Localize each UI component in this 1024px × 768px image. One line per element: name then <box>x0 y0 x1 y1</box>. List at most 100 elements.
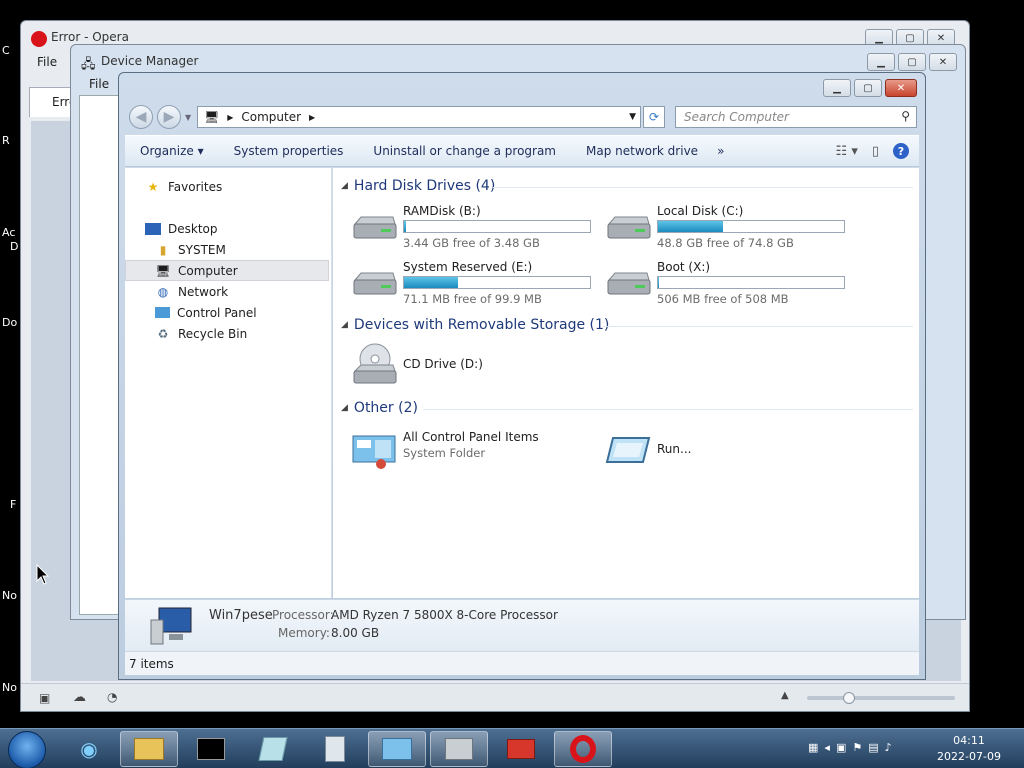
zoom-slider[interactable] <box>807 692 955 704</box>
breadcrumb-chevron-icon[interactable]: ▶ <box>227 113 233 122</box>
desktop-icon-label[interactable]: C <box>2 44 10 57</box>
drive-item[interactable]: Boot (X:) 506 MB free of 508 MB <box>605 260 855 308</box>
memory-value: 8.00 GB <box>331 626 380 640</box>
nav-item-network[interactable]: ◍ Network <box>125 281 331 302</box>
organize-button[interactable]: Organize ▾ <box>125 144 219 158</box>
address-bar[interactable]: 🖥 ▶ Computer ▶ ▼ <box>197 106 641 128</box>
drive-free-space: 3.44 GB free of 3.48 GB <box>403 236 540 250</box>
group-header-hdd[interactable]: ◢ Hard Disk Drives (4) <box>341 178 495 194</box>
refresh-button[interactable]: ⟳ <box>643 106 665 128</box>
taskbar-toolbox-icon[interactable] <box>492 731 550 767</box>
window-title: Error - Opera <box>51 30 129 44</box>
memory-label: Memory: <box>278 626 330 640</box>
desktop-icon-label[interactable]: R <box>2 134 10 147</box>
group-header-removable[interactable]: ◢ Devices with Removable Storage (1) <box>341 317 609 333</box>
address-dropdown-icon[interactable]: ▼ <box>629 112 636 122</box>
search-icon[interactable]: ⚲ <box>901 109 910 123</box>
collapse-arrow-icon[interactable]: ◢ <box>341 320 348 330</box>
explorer-window[interactable]: ▁ ▢ ✕ ◀ ▶ ▼ 🖥 ▶ Computer ▶ ▼ ⟳ Search Co… <box>118 72 926 680</box>
taskbar-control-panel-icon[interactable] <box>368 731 426 767</box>
preview-pane-icon[interactable]: ▯ <box>872 144 879 159</box>
details-pane: Win7pese Processor: AMD Ryzen 7 5800X 8-… <box>125 599 919 651</box>
breadcrumb-computer[interactable]: Computer <box>241 110 301 124</box>
menu-file[interactable]: File <box>89 77 109 91</box>
more-commands-button[interactable]: » <box>713 144 728 158</box>
control-panel-icon <box>352 435 396 469</box>
close-button[interactable]: ✕ <box>885 79 917 97</box>
drive-item[interactable]: RAMDisk (B:) 3.44 GB free of 3.48 GB <box>351 204 601 252</box>
volume-icon[interactable]: ♪ <box>885 741 892 754</box>
clock[interactable]: 04:11 2022-07-09 <box>934 733 1004 765</box>
taskbar-opera-icon[interactable] <box>554 731 612 767</box>
collapse-arrow-icon[interactable]: ◢ <box>341 403 348 413</box>
taskbar-device-manager-icon[interactable] <box>430 731 488 767</box>
taskbar-ie-icon[interactable]: ◉ <box>60 731 118 767</box>
drive-free-space: 48.8 GB free of 74.8 GB <box>657 236 794 250</box>
computer-icon: 🖥 <box>155 263 171 278</box>
navigation-pane: ★ Favorites Desktop ▮ SYSTEM 🖥 Computer … <box>125 168 332 598</box>
start-button[interactable] <box>8 731 46 768</box>
zoom-up-icon[interactable]: ▲ <box>781 690 789 701</box>
map-network-drive-button[interactable]: Map network drive <box>571 144 713 158</box>
nav-item-desktop[interactable]: Desktop <box>125 218 331 239</box>
desktop-icon-label[interactable]: No <box>2 681 17 694</box>
speed-icon[interactable]: ◔ <box>107 690 117 704</box>
drive-item[interactable]: Local Disk (C:) 48.8 GB free of 74.8 GB <box>605 204 855 252</box>
desktop-icon-label[interactable]: D <box>10 240 18 253</box>
uninstall-program-button[interactable]: Uninstall or change a program <box>358 144 571 158</box>
action-center-icon[interactable]: ⚑ <box>852 741 862 754</box>
maximize-button[interactable]: ▢ <box>898 53 926 71</box>
drive-item[interactable]: System Reserved (E:) 71.1 MB free of 99.… <box>351 260 601 308</box>
recent-pages-icon[interactable]: ▼ <box>185 113 191 122</box>
nav-item-computer[interactable]: 🖥 Computer <box>125 260 329 281</box>
taskbar-cmd-icon[interactable] <box>182 731 240 767</box>
nav-item-control-panel[interactable]: Control Panel <box>125 302 331 323</box>
all-control-panel-item[interactable]: All Control Panel Items System Folder <box>351 430 601 478</box>
menu-file[interactable]: File <box>37 55 57 69</box>
minimize-button[interactable]: ▁ <box>823 79 851 97</box>
collapse-arrow-icon[interactable]: ◢ <box>341 181 348 191</box>
control-panel-icon <box>155 307 170 318</box>
network-tray-icon[interactable]: ◂ <box>824 741 830 754</box>
hard-drive-icon <box>353 216 397 239</box>
close-button[interactable]: ✕ <box>929 53 957 71</box>
cloud-icon[interactable]: ☁ <box>73 690 86 705</box>
forward-button[interactable]: ▶ <box>157 105 181 129</box>
drive-free-space: 71.1 MB free of 99.9 MB <box>403 292 542 306</box>
zoom-slider-knob[interactable] <box>843 692 855 704</box>
cd-drive-item[interactable]: CD Drive (D:) <box>351 343 601 391</box>
panel-toggle-icon[interactable]: ▣ <box>39 691 50 705</box>
network-status-icon[interactable]: ▤ <box>868 741 878 754</box>
group-divider <box>423 409 913 410</box>
desktop-icon-label[interactable]: No <box>2 589 17 602</box>
nav-item-recycle-bin[interactable]: ♻ Recycle Bin <box>125 323 331 344</box>
tray-app-icon[interactable]: ▣ <box>836 741 846 754</box>
minimize-button[interactable]: ▁ <box>867 53 895 71</box>
search-input[interactable]: Search Computer ⚲ <box>675 106 917 128</box>
taskbar-explorer-icon[interactable] <box>120 731 178 767</box>
run-icon <box>605 437 651 463</box>
window-title: Device Manager <box>101 54 199 68</box>
maximize-button[interactable]: ▢ <box>854 79 882 97</box>
breadcrumb-chevron-icon[interactable]: ▶ <box>309 113 315 122</box>
taskbar-notepad-icon[interactable] <box>244 731 302 767</box>
desktop-icon-label[interactable]: Do <box>2 316 17 329</box>
hard-drive-icon <box>607 216 651 239</box>
desktop-icon-label[interactable]: F <box>10 498 16 511</box>
keyboard-language-icon[interactable]: ▦ <box>808 741 818 754</box>
view-options-icon[interactable]: ☷ ▾ <box>836 144 858 159</box>
group-header-other[interactable]: ◢ Other (2) <box>341 400 418 416</box>
drive-name: RAMDisk (B:) <box>403 204 481 218</box>
cd-drive-icon <box>353 343 397 384</box>
run-item[interactable]: Run... <box>605 430 855 478</box>
nav-item-favorites[interactable]: ★ Favorites <box>125 176 331 197</box>
help-icon[interactable]: ? <box>893 143 909 159</box>
nav-item-system[interactable]: ▮ SYSTEM <box>125 239 331 260</box>
desktop-icon-label[interactable]: Ac <box>2 226 15 239</box>
system-properties-button[interactable]: System properties <box>219 144 359 158</box>
drive-usage-bar <box>657 276 845 289</box>
taskbar-calculator-icon[interactable] <box>306 731 364 767</box>
back-button[interactable]: ◀ <box>129 105 153 129</box>
drive-usage-fill <box>404 221 406 232</box>
drive-usage-fill <box>404 277 458 288</box>
